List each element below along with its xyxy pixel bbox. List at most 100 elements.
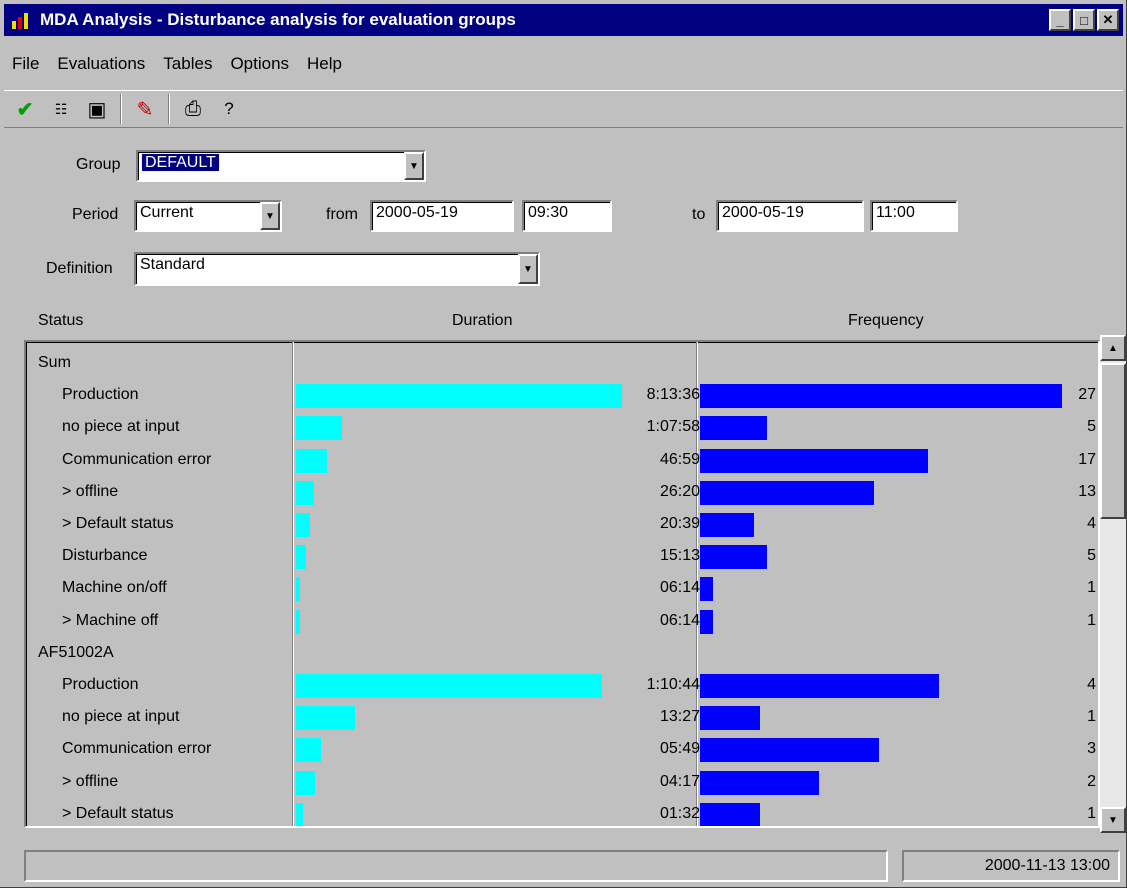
frequency-bar bbox=[700, 448, 929, 473]
row-status: Disturbance bbox=[62, 547, 148, 565]
frequency-value: 13 bbox=[1078, 482, 1096, 500]
duration-bar bbox=[296, 738, 322, 763]
to-time-input[interactable]: 11:00 bbox=[870, 200, 958, 232]
row-status: > Default status bbox=[62, 804, 174, 822]
table-row[interactable]: > Machine off 06:14 1 bbox=[26, 606, 1098, 638]
frequency-value: 3 bbox=[1087, 740, 1096, 758]
frequency-value: 1 bbox=[1087, 708, 1096, 726]
duration-bar bbox=[296, 674, 603, 698]
minimize-button[interactable]: _ bbox=[1049, 9, 1071, 31]
duration-bar bbox=[296, 609, 301, 634]
definition-select[interactable]: Standard ▼ bbox=[134, 252, 540, 286]
table-row[interactable]: no piece at input 1:07:58 5 bbox=[26, 412, 1098, 444]
frequency-bar bbox=[700, 706, 760, 731]
frequency-bar bbox=[700, 384, 1062, 409]
help-icon[interactable]: ? bbox=[214, 94, 244, 124]
table-row[interactable]: Communication error 05:49 3 bbox=[26, 734, 1098, 766]
from-label: from bbox=[326, 206, 358, 223]
group-value: DEFAULT bbox=[141, 153, 220, 172]
table-row[interactable]: > Default status 01:32 1 bbox=[26, 799, 1098, 826]
frequency-value: 27 bbox=[1078, 386, 1096, 404]
table-row[interactable]: Production 1:10:44 4 bbox=[26, 670, 1098, 702]
scroll-up-icon[interactable]: ▲ bbox=[1100, 335, 1126, 361]
group-select[interactable]: DEFAULT ▼ bbox=[136, 150, 426, 182]
duration-bar bbox=[296, 802, 303, 826]
menu-help[interactable]: Help bbox=[307, 54, 342, 74]
duration-value: 01:32 bbox=[659, 804, 700, 822]
definition-value: Standard bbox=[140, 256, 205, 273]
period-select[interactable]: Current ▼ bbox=[134, 200, 282, 232]
scrollbar-thumb[interactable] bbox=[1100, 363, 1126, 519]
duration-value: 05:49 bbox=[659, 740, 700, 758]
vertical-scrollbar[interactable]: ▲ ▼ bbox=[1100, 335, 1126, 833]
duration-value: 06:14 bbox=[659, 579, 700, 597]
frequency-bar bbox=[700, 577, 714, 602]
table-row[interactable]: Sum bbox=[26, 348, 1098, 380]
frequency-bar bbox=[700, 802, 760, 826]
frequency-bar bbox=[700, 770, 820, 795]
duration-bar bbox=[296, 513, 310, 537]
evaluation-list-icon[interactable]: ☷ bbox=[46, 94, 76, 124]
table-row[interactable]: > Default status 20:39 4 bbox=[26, 509, 1098, 541]
menu-options[interactable]: Options bbox=[230, 54, 289, 74]
menu-tables[interactable]: Tables bbox=[163, 54, 212, 74]
frequency-value: 17 bbox=[1078, 450, 1096, 468]
chevron-down-icon[interactable]: ▼ bbox=[260, 202, 280, 230]
printer-icon[interactable]: ⎙ bbox=[178, 94, 208, 124]
monitor-icon[interactable]: ▣ bbox=[82, 94, 112, 124]
frequency-column-header: Frequency bbox=[848, 312, 924, 329]
frequency-value: 4 bbox=[1087, 515, 1096, 532]
frequency-bar bbox=[700, 738, 880, 763]
duration-value: 46:59 bbox=[659, 450, 700, 468]
table-row[interactable]: AF51002A bbox=[26, 638, 1098, 670]
group-label: Group bbox=[76, 156, 121, 173]
frequency-bar bbox=[700, 609, 714, 634]
to-date-input[interactable]: 2000-05-19 bbox=[716, 200, 864, 232]
close-button[interactable]: ✕ bbox=[1097, 9, 1119, 31]
maximize-button[interactable]: □ bbox=[1073, 9, 1095, 31]
main-window: MDA Analysis - Disturbance analysis for … bbox=[0, 0, 1127, 888]
status-message bbox=[24, 850, 888, 882]
duration-value: 20:39 bbox=[659, 515, 700, 532]
period-value: Current bbox=[140, 204, 194, 221]
table-row[interactable]: Communication error 46:59 17 bbox=[26, 445, 1098, 477]
table-row[interactable]: Disturbance 15:13 5 bbox=[26, 541, 1098, 573]
table-row[interactable]: no piece at input 13:27 1 bbox=[26, 702, 1098, 734]
frequency-bar bbox=[700, 416, 767, 441]
checkmark-icon[interactable]: ✔ bbox=[10, 94, 40, 124]
analysis-table[interactable]: Sum Production 8:13:36 27 no piece at input 1… bbox=[24, 340, 1100, 828]
duration-bar bbox=[296, 384, 622, 409]
row-status: no piece at input bbox=[62, 708, 180, 726]
duration-value: 1:10:44 bbox=[646, 676, 700, 693]
frequency-bar bbox=[700, 513, 754, 537]
frequency-value: 2 bbox=[1087, 772, 1096, 790]
table-row[interactable]: > offline 26:20 13 bbox=[26, 477, 1098, 509]
table-row[interactable]: > offline 04:17 2 bbox=[26, 767, 1098, 799]
scroll-down-icon[interactable]: ▼ bbox=[1100, 807, 1126, 833]
duration-bar bbox=[296, 706, 355, 731]
frequency-value: 1 bbox=[1087, 611, 1096, 629]
row-status: no piece at input bbox=[62, 418, 180, 436]
chevron-down-icon[interactable]: ▼ bbox=[518, 254, 538, 284]
frequency-value: 1 bbox=[1087, 804, 1096, 822]
row-status: Production bbox=[62, 386, 139, 404]
table-row[interactable]: Production 8:13:36 27 bbox=[26, 380, 1098, 412]
from-date-input[interactable]: 2000-05-19 bbox=[370, 200, 514, 232]
duration-column-header: Duration bbox=[452, 312, 513, 329]
app-icon bbox=[12, 11, 34, 29]
menu-file[interactable]: File bbox=[12, 54, 39, 74]
table-row[interactable]: Machine on/off 06:14 1 bbox=[26, 573, 1098, 605]
from-time-input[interactable]: 09:30 bbox=[522, 200, 612, 232]
duration-bar bbox=[296, 416, 342, 441]
title-bar[interactable]: MDA Analysis - Disturbance analysis for … bbox=[4, 4, 1123, 36]
row-status: Sum bbox=[38, 354, 71, 371]
delete-icon[interactable]: ✎ bbox=[130, 94, 160, 124]
toolbar: ✔ ☷ ▣ ✎ ⎙ ? bbox=[4, 90, 1123, 128]
chevron-down-icon[interactable]: ▼ bbox=[404, 152, 424, 180]
duration-value: 15:13 bbox=[659, 547, 700, 565]
menu-evaluations[interactable]: Evaluations bbox=[57, 54, 145, 74]
frequency-bar bbox=[700, 545, 767, 570]
duration-bar bbox=[296, 448, 327, 473]
period-label: Period bbox=[72, 206, 119, 223]
frequency-value: 5 bbox=[1087, 418, 1096, 436]
